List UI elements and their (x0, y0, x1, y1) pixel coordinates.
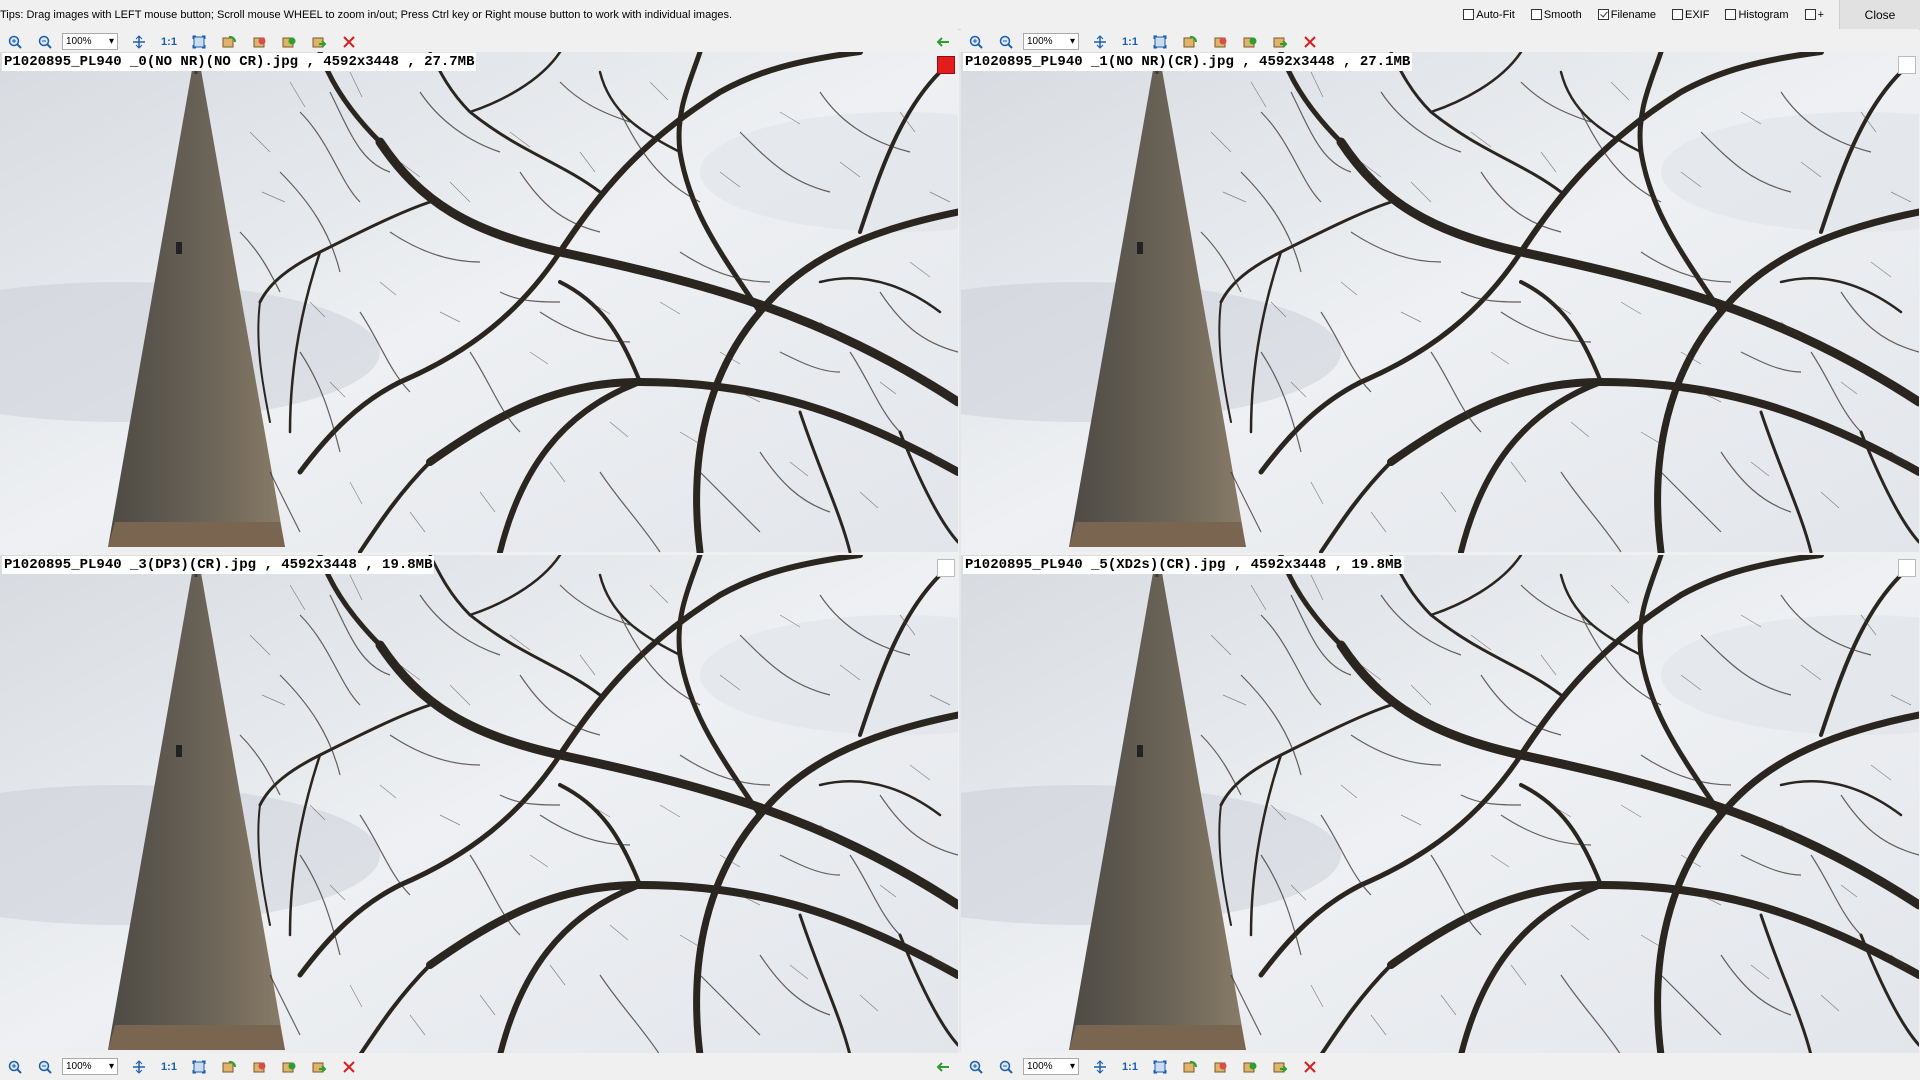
option-label: EXIF (1684, 8, 1710, 21)
image-panel-1[interactable]: P1020895_PL940 _1(NO NR)(CR).jpg , 4592x… (961, 52, 1919, 553)
save-icon[interactable] (309, 1057, 329, 1077)
zoom-out-icon[interactable] (35, 1057, 55, 1077)
chevron-down-icon: ▾ (1069, 1061, 1075, 1072)
actual-size-button[interactable]: 1:1 (159, 1057, 179, 1077)
close-icon[interactable] (339, 1057, 359, 1077)
select-marker[interactable] (1898, 559, 1916, 577)
left-bottom-toolbar: 100% ▾ 1:1 (0, 1054, 958, 1079)
zoom-in-icon[interactable] (966, 1057, 986, 1077)
image-1-caption: P1020895_PL940 _1(NO NR)(CR).jpg , 4592x… (963, 53, 1413, 71)
top-bar: Tips: Drag images with LEFT mouse button… (0, 0, 1920, 30)
tips-text: Tips: Drag images with LEFT mouse button… (0, 9, 732, 21)
actual-size-button[interactable]: 1:1 (1120, 1057, 1140, 1077)
full-screen-icon[interactable] (1150, 32, 1170, 52)
arrow-left-icon[interactable] (933, 1057, 953, 1077)
close-icon[interactable] (339, 32, 359, 52)
copy-icon[interactable] (1240, 32, 1260, 52)
image-3-caption: P1020895_PL940 _5(XD2s)(CR).jpg , 4592x3… (963, 556, 1404, 574)
fit-icon[interactable] (129, 1057, 149, 1077)
filename-checkbox[interactable] (1597, 9, 1609, 20)
fit-icon[interactable] (1090, 32, 1110, 52)
rotate-right-icon[interactable] (249, 32, 269, 52)
save-icon[interactable] (1270, 32, 1290, 52)
close-button[interactable]: Close (1839, 0, 1920, 29)
copy-icon[interactable] (279, 32, 299, 52)
right-top-toolbar: 100% ▾ 1:1 (961, 29, 1919, 54)
zoom-value: 100% (1027, 36, 1053, 47)
copy-icon[interactable] (279, 1057, 299, 1077)
option-smooth[interactable]: Smooth (1530, 8, 1582, 21)
full-screen-icon[interactable] (1150, 1057, 1170, 1077)
image-panel-0[interactable]: P1020895_PL940 _0(NO NR)(NO CR).jpg , 45… (0, 52, 958, 553)
option-label: Filename (1610, 8, 1656, 21)
option-label: Histogram (1738, 8, 1789, 21)
zoom-out-icon[interactable] (996, 1057, 1016, 1077)
option-plus[interactable]: + (1804, 8, 1824, 21)
arrow-left-icon[interactable] (933, 32, 953, 52)
fit-icon[interactable] (129, 32, 149, 52)
image-2-caption: P1020895_PL940 _3(DP3)(CR).jpg , 4592x34… (2, 556, 435, 574)
full-screen-icon[interactable] (189, 32, 209, 52)
right-pane: 100% ▾ 1:1 P1020895_PL940 _1(NO NR)(CR).j… (961, 29, 1919, 1080)
zoom-out-icon[interactable] (996, 32, 1016, 52)
close-icon[interactable] (1300, 1057, 1320, 1077)
zoom-select[interactable]: 100% ▾ (62, 33, 118, 50)
select-marker[interactable] (1898, 56, 1916, 74)
zoom-select[interactable]: 100% ▾ (62, 1058, 118, 1075)
option-auto-fit[interactable]: Auto-Fit (1463, 9, 1515, 21)
save-icon[interactable] (1270, 1057, 1290, 1077)
option-label: Auto-Fit (1476, 8, 1515, 21)
fit-icon[interactable] (1090, 1057, 1110, 1077)
copy-icon[interactable] (1240, 1057, 1260, 1077)
actual-size-button[interactable]: 1:1 (159, 32, 179, 52)
zoom-in-icon[interactable] (966, 32, 986, 52)
image-1-photo (961, 52, 1919, 553)
image-2-photo (0, 555, 958, 1053)
zoom-select[interactable]: 100% ▾ (1023, 1058, 1079, 1075)
full-screen-icon[interactable] (189, 1057, 209, 1077)
zoom-value: 100% (66, 36, 92, 47)
zoom-out-icon[interactable] (35, 32, 55, 52)
rotate-right-icon[interactable] (249, 1057, 269, 1077)
histogram-checkbox[interactable] (1725, 9, 1737, 20)
left-top-toolbar: 100% ▾ 1:1 (0, 29, 958, 54)
exif-checkbox[interactable] (1671, 9, 1683, 20)
save-icon[interactable] (309, 32, 329, 52)
chevron-down-icon: ▾ (1069, 36, 1075, 47)
image-panel-3[interactable]: P1020895_PL940 _5(XD2s)(CR).jpg , 4592x3… (961, 555, 1919, 1053)
rotate-left-icon[interactable] (1180, 1057, 1200, 1077)
rotate-left-icon[interactable] (219, 32, 239, 52)
zoom-select[interactable]: 100% ▾ (1023, 33, 1079, 50)
chevron-down-icon: ▾ (108, 36, 114, 47)
option-exif[interactable]: EXIF (1671, 8, 1710, 21)
rotate-left-icon[interactable] (219, 1057, 239, 1077)
zoom-in-icon[interactable] (5, 32, 25, 52)
actual-size-button[interactable]: 1:1 (1120, 32, 1140, 52)
zoom-value: 100% (1027, 1061, 1053, 1072)
image-3-photo (961, 555, 1919, 1053)
rotate-left-icon[interactable] (1180, 32, 1200, 52)
plus-checkbox[interactable] (1804, 9, 1816, 20)
rotate-right-icon[interactable] (1210, 32, 1230, 52)
option-label: Smooth (1543, 8, 1582, 21)
close-icon[interactable] (1300, 32, 1320, 52)
option-label: + (1817, 8, 1824, 21)
image-0-photo (0, 52, 958, 553)
rotate-right-icon[interactable] (1210, 1057, 1230, 1077)
auto-fit-checkbox[interactable] (1463, 9, 1475, 20)
right-bottom-toolbar: 100% ▾ 1:1 (961, 1054, 1919, 1079)
option-filename[interactable]: Filename (1597, 8, 1656, 21)
image-panel-2[interactable]: P1020895_PL940 _3(DP3)(CR).jpg , 4592x34… (0, 555, 958, 1053)
chevron-down-icon: ▾ (108, 1061, 114, 1072)
zoom-value: 100% (66, 1061, 92, 1072)
option-histogram[interactable]: Histogram (1725, 8, 1789, 21)
image-0-caption: P1020895_PL940 _0(NO NR)(NO CR).jpg , 45… (2, 53, 477, 71)
zoom-in-icon[interactable] (5, 1057, 25, 1077)
selected-marker[interactable] (937, 56, 955, 74)
smooth-checkbox[interactable] (1530, 9, 1542, 20)
select-marker[interactable] (937, 559, 955, 577)
left-pane: 100% ▾ 1:1 P1020895_PL940 _0(NO NR)(NO CR… (0, 29, 958, 1080)
options-row: Auto-Fit Smooth Filename EXIF Histogram … (1463, 0, 1824, 29)
